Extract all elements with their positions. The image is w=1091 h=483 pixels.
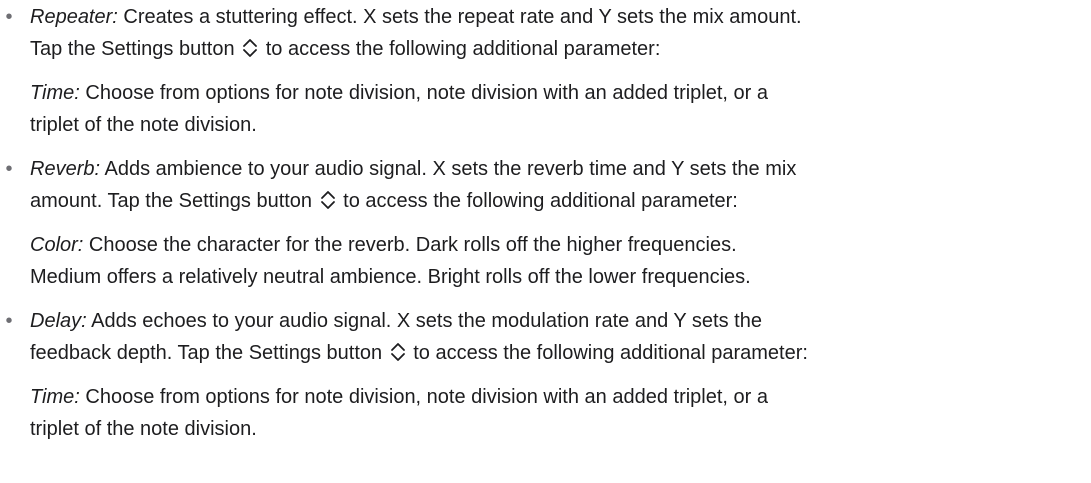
sub-parameter-description: Color: Choose the character for the reve… [30, 229, 1091, 293]
chevron-up-down-icon [320, 189, 336, 211]
sub-line-1: Choose the character for the reverb. Dar… [83, 234, 737, 256]
chevron-up-down-icon [242, 37, 258, 59]
sub-parameter-time: Time: Choose from options for note divis… [0, 381, 1091, 445]
description-line-2-end: to access the following additional param… [407, 342, 808, 364]
term-label: Reverb: [30, 158, 101, 180]
bullet: • [5, 310, 13, 332]
sub-parameter-color: Color: Choose the character for the reve… [0, 229, 1091, 293]
sub-term-label: Color: [30, 234, 84, 256]
bullet: • [5, 158, 13, 180]
item-description: Repeater: Creates a stuttering effect. X… [30, 1, 1091, 65]
sub-line-2: triplet of the note division. [30, 418, 257, 440]
bullet: • [5, 6, 13, 28]
sub-line-1: Choose from options for note division, n… [79, 82, 768, 104]
item-description: Reverb: Adds ambience to your audio sign… [30, 153, 1091, 217]
list-item-delay: • Delay: Adds echoes to your audio signa… [0, 305, 1091, 369]
description-line-1: Adds echoes to your audio signal. X sets… [86, 310, 762, 332]
description-line-2: amount. Tap the Settings button [30, 190, 318, 212]
sub-term-label: Time: [30, 82, 80, 104]
description-line-1: Adds ambience to your audio signal. X se… [100, 158, 797, 180]
sub-term-label: Time: [30, 386, 80, 408]
sub-line-2: Medium offers a relatively neutral ambie… [30, 266, 751, 288]
sub-parameter-description: Time: Choose from options for note divis… [30, 77, 1091, 141]
chevron-up-down-icon [390, 341, 406, 363]
description-line-2-end: to access the following additional param… [260, 38, 661, 60]
sub-parameter-description: Time: Choose from options for note divis… [30, 381, 1091, 445]
description-line-1: Creates a stuttering effect. X sets the … [117, 6, 802, 28]
description-line-2-end: to access the following additional param… [337, 190, 738, 212]
sub-parameter-time: Time: Choose from options for note divis… [0, 77, 1091, 141]
description-line-2: feedback depth. Tap the Settings button [30, 342, 388, 364]
document-body: • Repeater: Creates a stuttering effect.… [0, 1, 1091, 445]
term-label: Repeater: [30, 6, 118, 28]
list-item-reverb: • Reverb: Adds ambience to your audio si… [0, 153, 1091, 217]
description-line-2: Tap the Settings button [30, 38, 241, 60]
item-description: Delay: Adds echoes to your audio signal.… [30, 305, 1091, 369]
term-label: Delay: [30, 310, 87, 332]
list-item-repeater: • Repeater: Creates a stuttering effect.… [0, 1, 1091, 65]
sub-line-1: Choose from options for note division, n… [79, 386, 768, 408]
sub-line-2: triplet of the note division. [30, 114, 257, 136]
